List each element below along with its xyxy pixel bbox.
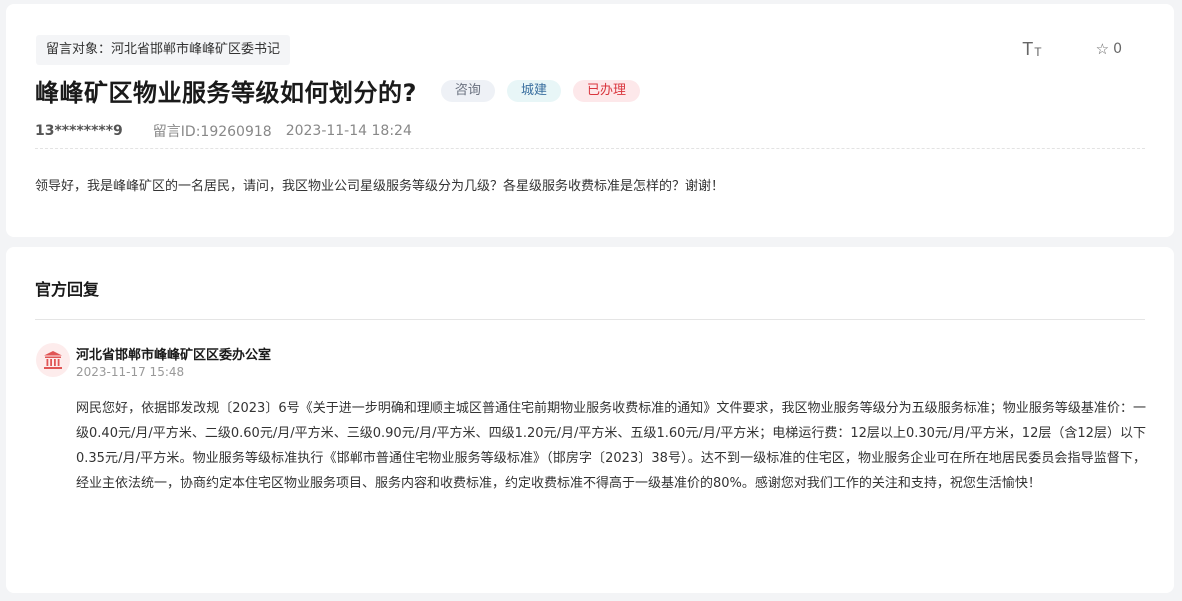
favorite-button[interactable]: ☆ 0: [1096, 41, 1122, 57]
favorite-count: 0: [1113, 41, 1122, 57]
reply-section-title: 官方回复: [35, 280, 100, 299]
message-card: 留言对象：河北省邯郸市峰峰矿区委书记 TT ☆ 0 峰峰矿区物业服务等级如何划分…: [6, 4, 1174, 237]
title-row: 峰峰矿区物业服务等级如何划分的? 咨询 城建 已办理: [35, 73, 652, 108]
tag-status: 已办理: [572, 79, 640, 102]
recipient-tag: 留言对象：河北省邯郸市峰峰矿区委书记: [36, 35, 291, 65]
tag-category: 城建: [506, 79, 561, 102]
government-building-icon: [36, 343, 70, 377]
reply-datetime: 2023-11-17 15:48: [76, 365, 185, 379]
message-id: 留言ID:19260918: [152, 124, 272, 140]
reply-content: 网民您好，依据邯发改规〔2023〕6号《关于进一步明确和理顺主城区普通住宅前期物…: [76, 401, 1146, 491]
official-reply-card: 官方回复 河北省邯郸市峰峰矿区区委办公室 2023-11-17 15:48 网民…: [6, 247, 1174, 593]
tag-consult: 咨询: [440, 79, 495, 102]
divider: [35, 148, 1145, 149]
message-datetime: 2023-11-14 18:24: [285, 123, 412, 139]
star-outline-icon: ☆: [1095, 39, 1110, 58]
divider: [35, 319, 1145, 320]
reply-department: 河北省邯郸市峰峰矿区区委办公室: [76, 348, 272, 363]
message-content: 领导好，我是峰峰矿区的一名居民，请问，我区物业公司星级服务等级分为几级？各星级服…: [35, 179, 725, 194]
text-size-icon[interactable]: TT: [1022, 40, 1041, 58]
message-actions: TT ☆ 0: [1022, 40, 1122, 58]
message-title: 峰峰矿区物业服务等级如何划分的?: [35, 79, 417, 107]
message-user: 13********9: [35, 123, 123, 139]
message-meta: 13********9 留言ID:19260918 2023-11-14 18:…: [35, 121, 412, 141]
